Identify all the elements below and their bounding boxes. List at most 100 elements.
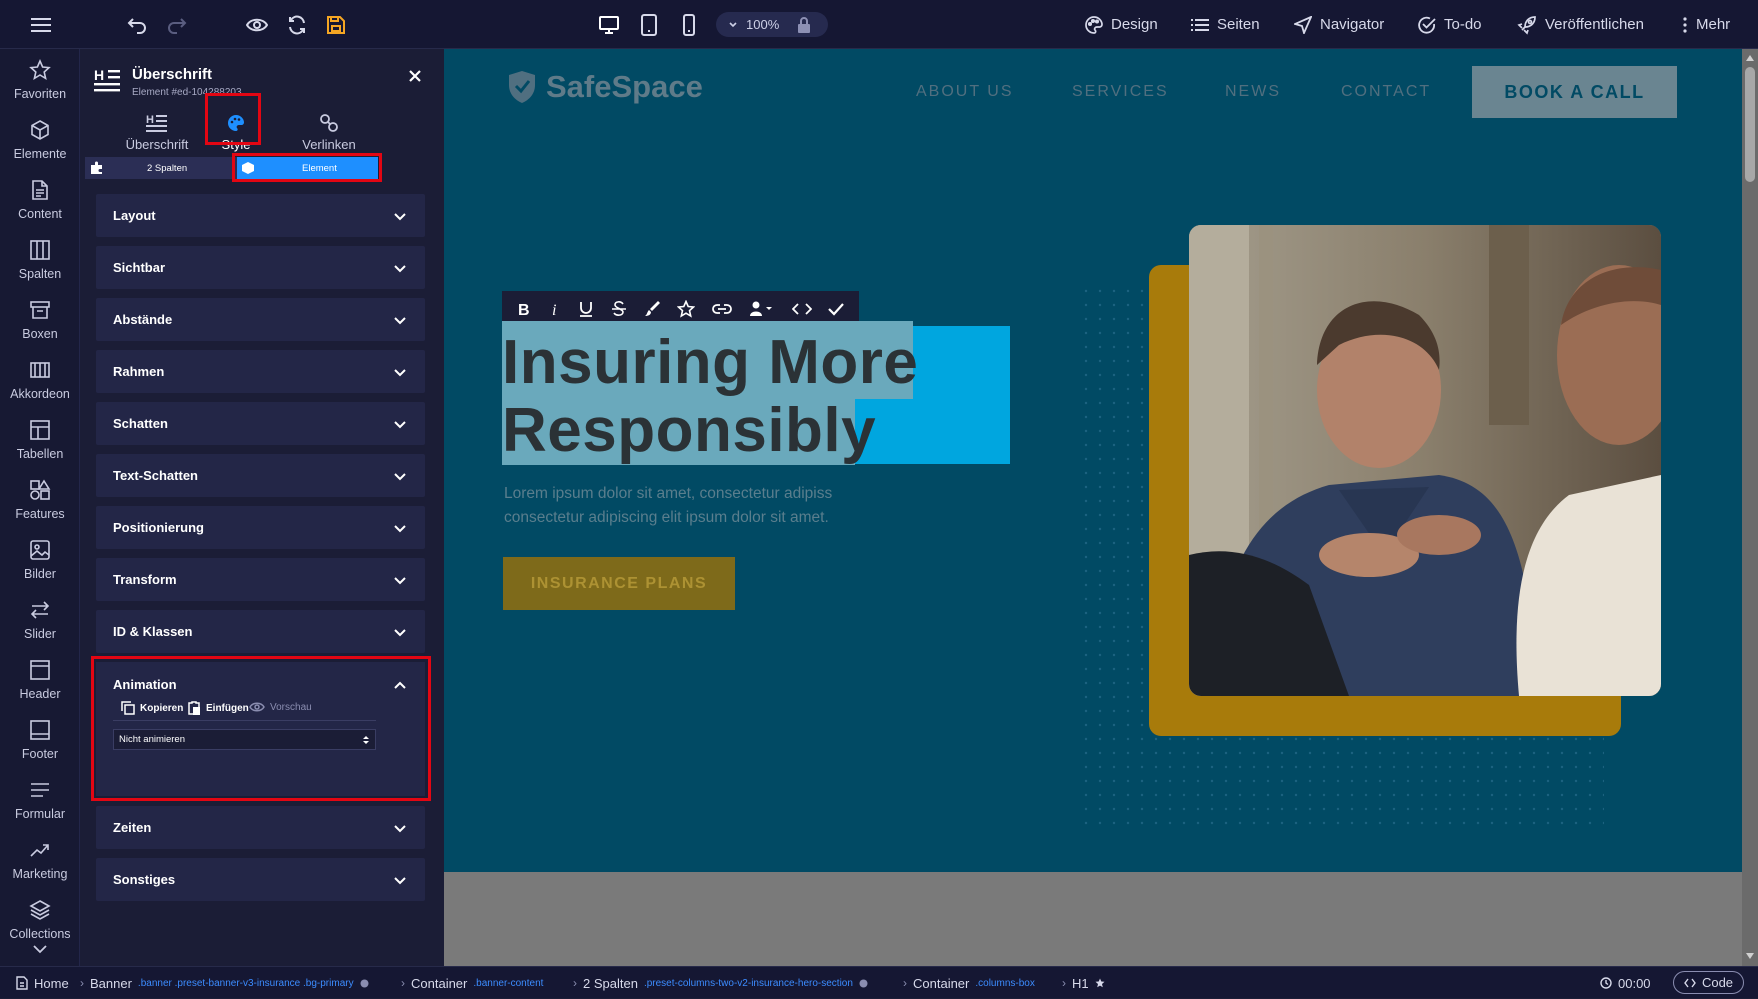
refresh-icon[interactable] [284, 12, 310, 38]
section-label: Zeiten [113, 820, 152, 835]
user-dropdown-icon[interactable] [749, 301, 775, 317]
hero-paragraph-line2[interactable]: consectetur adipiscing elit ipsum dolor … [504, 509, 829, 527]
logo-text: SafeSpace [546, 69, 703, 104]
canvas-scrollbar[interactable] [1742, 49, 1758, 966]
nav-slider[interactable]: Slider [0, 599, 80, 657]
underline-icon[interactable] [578, 300, 594, 318]
breadcrumb-2-spalten[interactable]: › 2 Spalten .preset-columns-two-v2-insur… [573, 967, 868, 999]
menu-label: Seiten [1217, 16, 1260, 33]
menu-seiten[interactable]: Seiten [1191, 0, 1260, 49]
nav-content[interactable]: Content [0, 179, 80, 237]
site-nav-news[interactable]: NEWS [1225, 83, 1281, 101]
nav-elemente[interactable]: Elemente [0, 119, 80, 177]
palette-icon [1085, 15, 1103, 34]
cube-icon [29, 119, 51, 141]
nav-tabellen[interactable]: Tabellen [0, 419, 80, 477]
shield-check-icon [508, 70, 536, 104]
section-transform[interactable]: Transform [96, 558, 425, 601]
bold-icon[interactable]: B [516, 300, 532, 318]
star-icon[interactable] [676, 300, 695, 318]
close-icon[interactable] [408, 69, 422, 83]
section-schatten[interactable]: Schatten [96, 402, 425, 445]
breadcrumb-home[interactable]: Home [16, 967, 69, 999]
preview-eye-icon[interactable] [244, 12, 270, 38]
site-nav-about[interactable]: ABOUT US [916, 83, 1014, 101]
breadcrumb-container-2[interactable]: › Container .columns-box [903, 967, 1035, 999]
nav-marketing[interactable]: Marketing [0, 839, 80, 897]
crumb-classes: .banner-content [473, 977, 544, 989]
menu-todo[interactable]: To-do [1418, 0, 1482, 49]
svg-text:H: H [94, 67, 104, 83]
nav-akkordeon[interactable]: Akkordeon [0, 359, 80, 417]
section-id-klassen[interactable]: ID & Klassen [96, 610, 425, 653]
hero-heading-line1[interactable]: Insuring More [502, 329, 918, 397]
desktop-view-icon[interactable] [596, 12, 622, 38]
code-icon[interactable] [791, 302, 812, 316]
book-call-button[interactable]: BOOK A CALL [1472, 66, 1677, 118]
tab-ueberschrift[interactable]: H Überschrift [112, 113, 202, 152]
menu-design[interactable]: Design [1085, 0, 1158, 49]
undo-icon[interactable] [124, 12, 150, 38]
scroll-up-arrow-icon[interactable] [1746, 55, 1754, 61]
menu-publish[interactable]: Veröffentlichen [1517, 0, 1644, 49]
menu-more[interactable]: Mehr [1682, 0, 1730, 49]
nav-spalten[interactable]: Spalten [0, 239, 80, 297]
section-layout[interactable]: Layout [96, 194, 425, 237]
breadcrumb-banner[interactable]: › Banner .banner .preset-banner-v3-insur… [80, 967, 369, 999]
nav-bilder[interactable]: Bilder [0, 539, 80, 597]
zoom-control[interactable]: 100% [716, 12, 828, 37]
features-icon [29, 479, 51, 501]
nav-header[interactable]: Header [0, 659, 80, 717]
breadcrumb-container[interactable]: › Container .banner-content [401, 967, 543, 999]
section-zeiten[interactable]: Zeiten [96, 806, 425, 849]
site-nav-services[interactable]: SERVICES [1072, 83, 1169, 101]
strikethrough-icon[interactable] [611, 300, 627, 318]
hero-paragraph-line1[interactable]: Lorem ipsum dolor sit amet, consectetur … [504, 485, 832, 503]
insurance-plans-button[interactable]: INSURANCE PLANS [503, 557, 735, 610]
lock-icon[interactable] [797, 16, 811, 33]
top-toolbar: 100% Design Seiten Navigator To-do Veröf… [0, 0, 1758, 49]
section-sichtbar[interactable]: Sichtbar [96, 246, 425, 289]
crumb-classes: .banner .preset-banner-v3-insurance .bg-… [137, 977, 354, 989]
table-icon [29, 419, 51, 441]
scroll-down-chevron-icon[interactable] [32, 944, 48, 954]
italic-icon[interactable]: i [549, 300, 561, 318]
heading-tab-icon: H [146, 113, 168, 133]
nav-formular[interactable]: Formular [0, 779, 80, 837]
nav-boxen[interactable]: Boxen [0, 299, 80, 357]
svg-text:H: H [146, 114, 154, 126]
palette-icon [360, 979, 369, 988]
hero-heading-line2[interactable]: Responsibly [502, 397, 876, 465]
tab-verlinken[interactable]: Verlinken [284, 113, 374, 152]
section-label: Sichtbar [113, 260, 166, 275]
brush-icon[interactable] [644, 300, 660, 318]
section-rahmen[interactable]: Rahmen [96, 350, 425, 393]
site-nav-contact[interactable]: CONTACT [1341, 83, 1431, 101]
save-icon[interactable] [323, 12, 349, 38]
scope-tab-2-spalten[interactable]: 2 Spalten [85, 157, 237, 179]
breadcrumb-h1[interactable]: › H1 [1062, 967, 1105, 999]
link-icon[interactable] [711, 303, 732, 315]
redo-icon[interactable] [164, 12, 190, 38]
rocket-icon [1517, 15, 1537, 35]
scroll-thumb[interactable] [1745, 67, 1755, 182]
section-abstaende[interactable]: Abstände [96, 298, 425, 341]
properties-panel: H Überschrift Element #ed-104288203 H Üb… [80, 49, 444, 966]
mobile-view-icon[interactable] [676, 12, 702, 38]
nav-footer[interactable]: Footer [0, 719, 80, 777]
site-logo[interactable]: SafeSpace [508, 69, 703, 105]
scroll-down-arrow-icon[interactable] [1746, 953, 1754, 959]
section-sonstiges[interactable]: Sonstiges [96, 858, 425, 901]
menu-label: To-do [1444, 16, 1482, 33]
code-button[interactable]: Code [1673, 971, 1744, 994]
nav-features[interactable]: Features [0, 479, 80, 537]
section-label: Sonstiges [113, 872, 176, 887]
check-icon[interactable] [828, 302, 845, 316]
section-positionierung[interactable]: Positionierung [96, 506, 425, 549]
menu-navigator[interactable]: Navigator [1294, 0, 1384, 49]
section-text-schatten[interactable]: Text-Schatten [96, 454, 425, 497]
tablet-view-icon[interactable] [636, 12, 662, 38]
nav-favoriten[interactable]: Favoriten [0, 59, 80, 117]
hamburger-menu-icon[interactable] [28, 12, 54, 38]
section-label: Text-Schatten [113, 468, 198, 483]
